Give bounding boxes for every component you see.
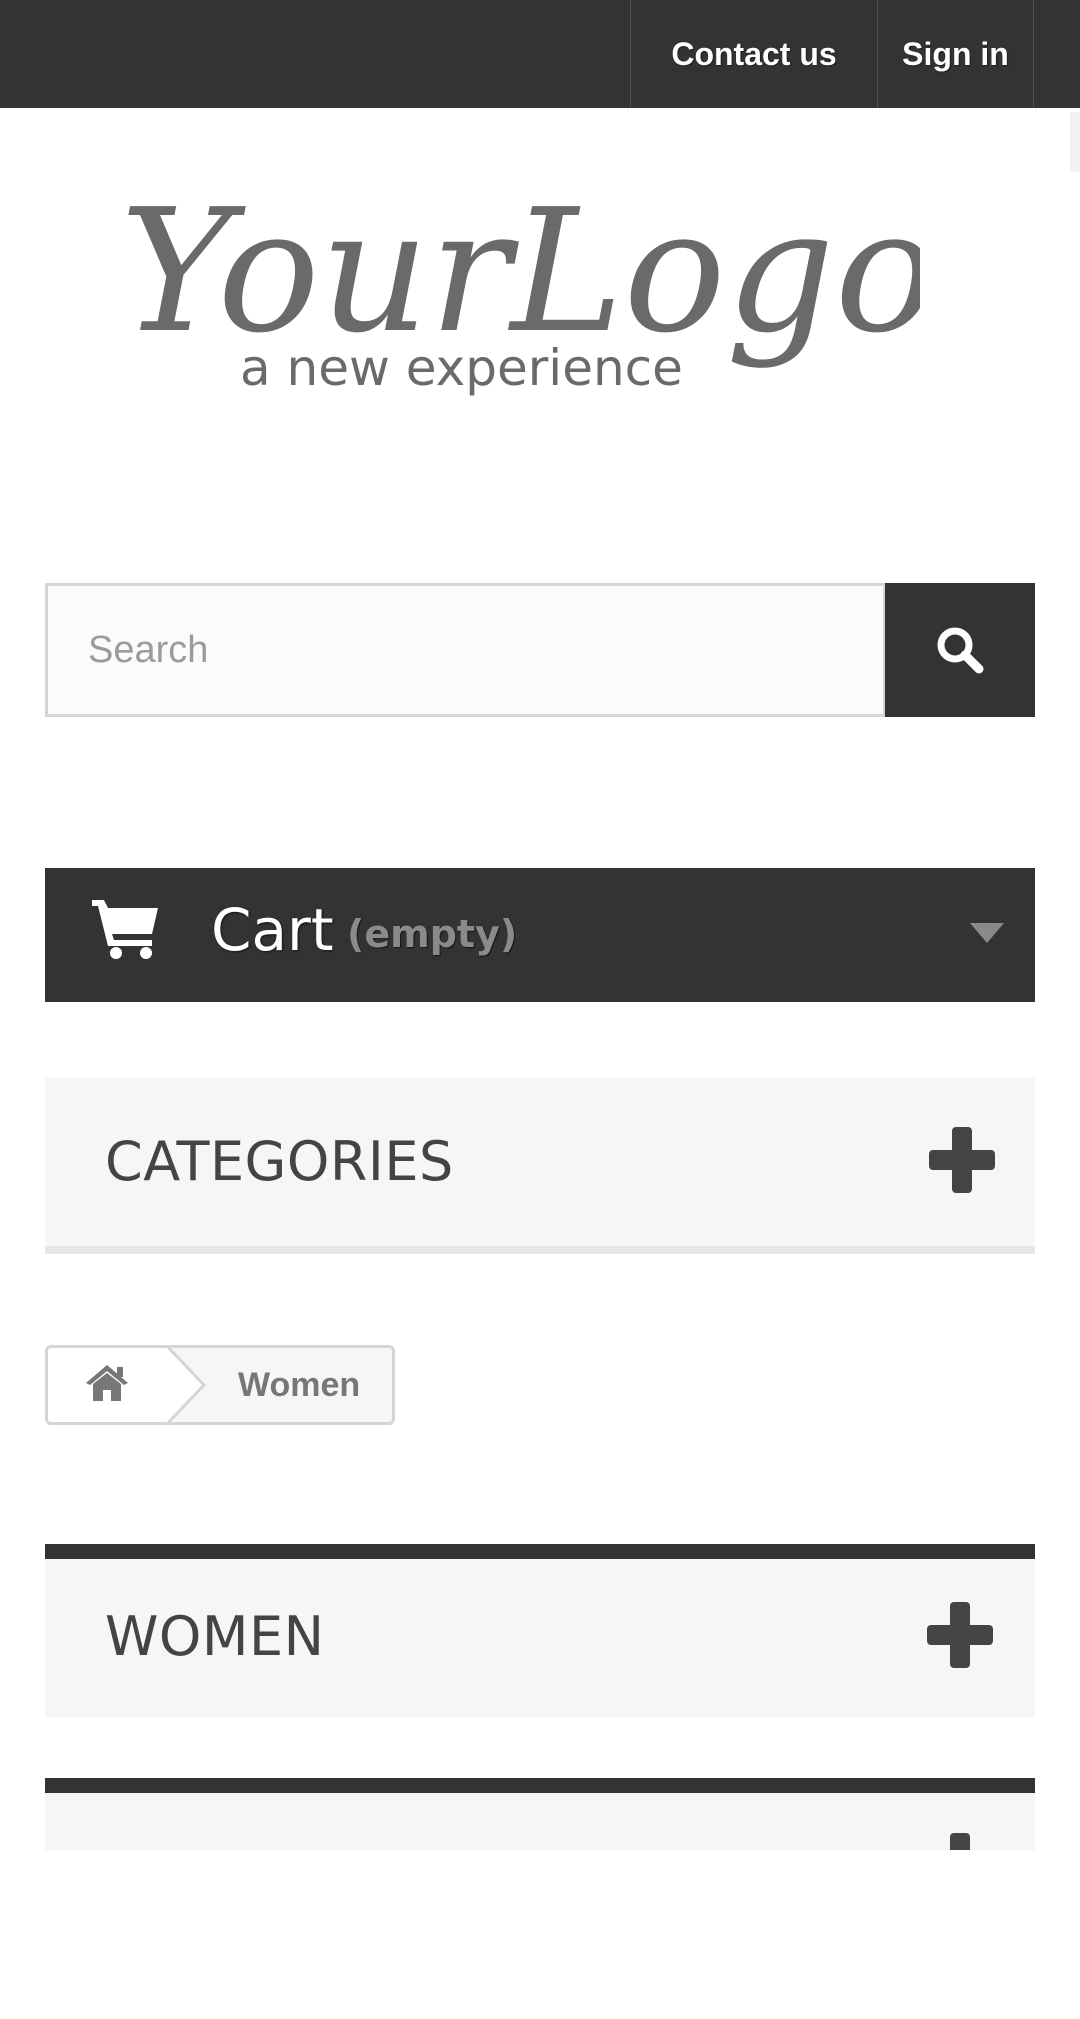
cart-block[interactable]: Cart (empty) xyxy=(45,868,1035,1002)
cart-label: Cart xyxy=(211,896,334,964)
breadcrumb-home[interactable] xyxy=(48,1348,168,1422)
plus-icon[interactable] xyxy=(927,1833,993,1850)
contact-us-link[interactable]: Contact us xyxy=(630,0,877,108)
plus-icon[interactable] xyxy=(929,1127,995,1193)
women-title: WOMEN xyxy=(105,1605,325,1668)
logo-tagline: a new experience xyxy=(240,339,683,397)
next-block-partial[interactable] xyxy=(45,1778,1035,1850)
women-block[interactable]: WOMEN xyxy=(45,1544,1035,1718)
cart-status: (empty) xyxy=(347,912,518,956)
home-icon xyxy=(86,1365,128,1401)
scrollbar-track xyxy=(1070,112,1080,172)
logo-image: YourLogo a new experience xyxy=(120,173,937,397)
store-logo[interactable]: YourLogo a new experience xyxy=(120,173,937,420)
breadcrumb: Women xyxy=(45,1345,395,1425)
breadcrumb-separator xyxy=(166,1348,206,1422)
breadcrumb-current: Women xyxy=(238,1366,361,1404)
plus-icon[interactable] xyxy=(927,1602,993,1668)
categories-block[interactable]: CATEGORIES xyxy=(45,1078,1035,1254)
cart-icon xyxy=(92,900,158,959)
categories-title: CATEGORIES xyxy=(105,1130,454,1193)
top-nav-bar: Contact us Sign in xyxy=(0,0,1080,108)
search-input[interactable]: Search xyxy=(45,583,886,717)
search-button[interactable] xyxy=(885,583,1035,717)
search-icon xyxy=(937,627,984,674)
caret-down-icon[interactable] xyxy=(970,923,1004,943)
sign-in-link[interactable]: Sign in xyxy=(877,0,1034,108)
